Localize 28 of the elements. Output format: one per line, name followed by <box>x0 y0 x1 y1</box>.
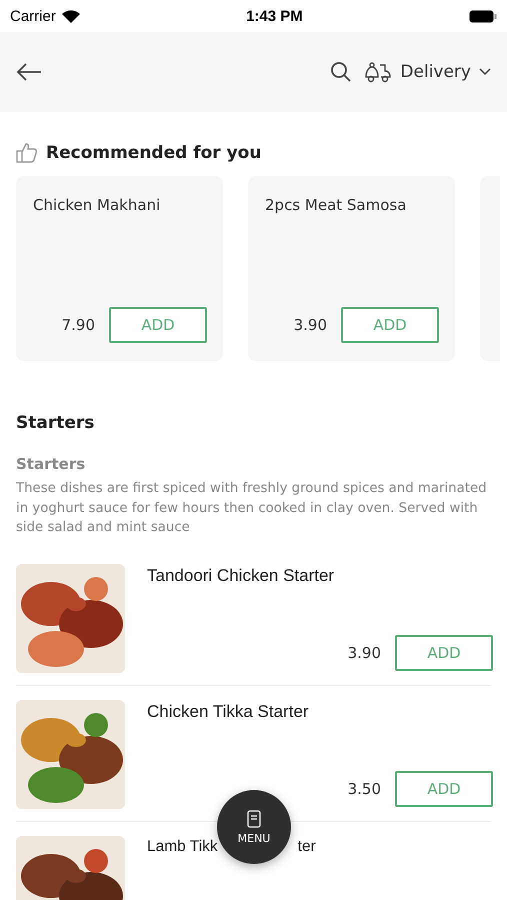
battery-icon <box>468 10 497 22</box>
menu-button[interactable]: MENU <box>217 790 291 864</box>
category-title: Starters <box>16 455 86 473</box>
dish-price: 3.90 <box>348 644 381 662</box>
dish-name: Chicken Tikka Starter <box>147 702 310 722</box>
menu-icon <box>247 810 261 828</box>
carrier-label: Carrier <box>10 8 56 24</box>
back-icon[interactable] <box>16 62 42 82</box>
thumbs-up-icon <box>16 142 38 164</box>
dish-name: Chicken Makhani <box>33 196 162 214</box>
recommended-card[interactable]: 2pcs Meat Samosa 3.90 ADD <box>248 176 455 361</box>
recommended-card[interactable]: Chicken Makhani 7.90 ADD <box>16 176 223 361</box>
dish-name: 2pcs Meat Samosa <box>265 196 408 214</box>
dish-price: 3.50 <box>348 780 381 798</box>
section-heading: Recommended for you <box>46 143 262 163</box>
delivery-selector[interactable]: Delivery <box>364 61 491 83</box>
status-time: 1:43 PM <box>246 8 303 24</box>
dish-price: 7.90 <box>62 316 95 334</box>
dish-price: 3.90 <box>294 316 327 334</box>
search-icon[interactable] <box>330 61 352 83</box>
dish-name: ter <box>298 838 316 856</box>
wifi-icon <box>62 10 80 22</box>
chevron-down-icon <box>479 68 491 76</box>
category-description: These dishes are first spiced with freshly ground spices and marinated in yoghurt sauce for few hours then cooked in clay oven. Served with side salad and mint sauce <box>16 480 488 537</box>
dish-name: Lamb Tikk <box>147 838 218 856</box>
section-heading: Starters <box>16 413 96 433</box>
scooter-icon <box>364 61 392 83</box>
dish-name: Tandoori Chicken Starter <box>147 566 336 586</box>
